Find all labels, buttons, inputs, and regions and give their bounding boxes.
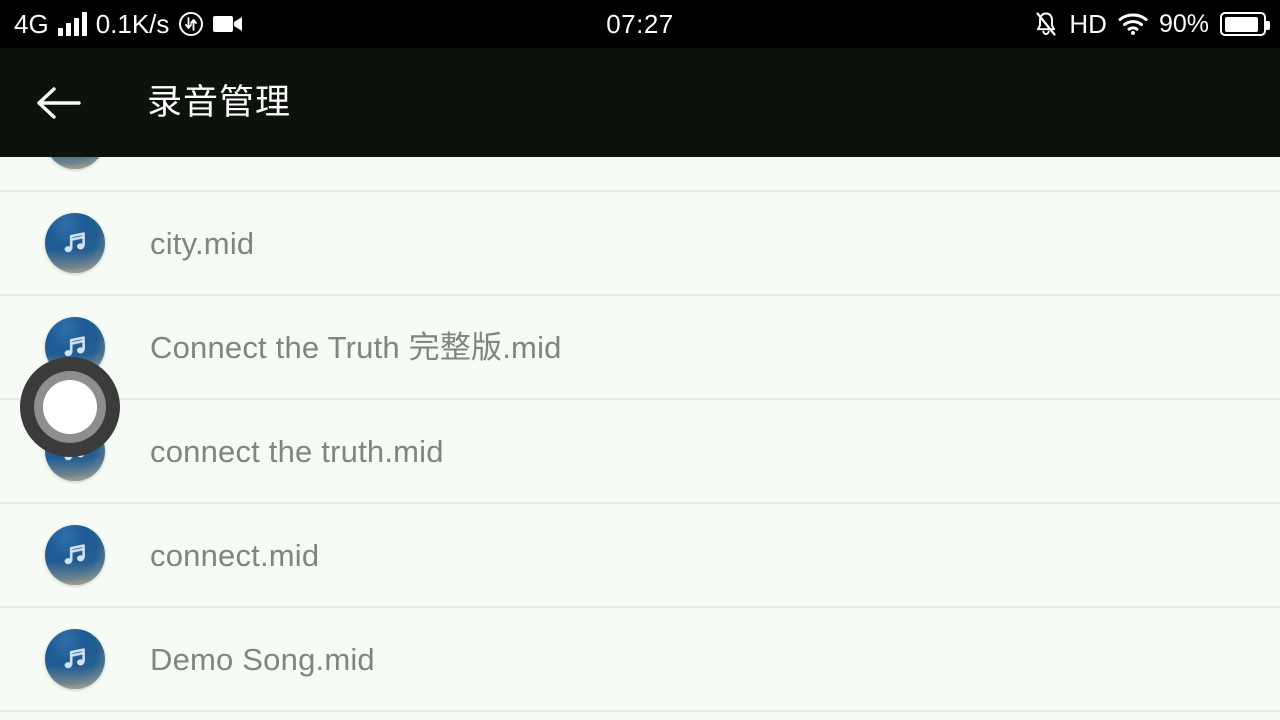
battery-percent-label: 90% bbox=[1158, 9, 1209, 38]
app-bar: 录音管理 bbox=[0, 48, 1280, 157]
list-item-label: city.mid bbox=[150, 225, 255, 261]
music-note-icon bbox=[45, 157, 105, 169]
wifi-icon bbox=[1118, 12, 1148, 36]
status-bar-left: 4G 0.1K/s bbox=[14, 11, 243, 37]
data-transfer-icon bbox=[178, 11, 204, 37]
music-note-icon bbox=[45, 317, 105, 377]
list-item-label: connect.mid bbox=[150, 537, 320, 573]
list-item-label: connect the truth.mid bbox=[150, 433, 444, 469]
signal-bars-icon bbox=[57, 12, 87, 36]
status-bar: 4G 0.1K/s 07:27 HD 90% bbox=[0, 0, 1280, 48]
data-rate-label: 0.1K/s bbox=[95, 9, 170, 39]
list-item-label: Demo Song.mid bbox=[150, 641, 375, 677]
video-recorder-icon bbox=[213, 14, 243, 34]
list-item[interactable]: Connect the Truth 完整版.mid bbox=[0, 296, 1280, 400]
page-title: 录音管理 bbox=[147, 83, 292, 122]
recording-file-list[interactable]: city.mid Connect the Truth 完整版.mid connect… bbox=[0, 157, 1280, 720]
status-bar-right: HD 90% bbox=[1034, 0, 1270, 48]
phone-screen: 4G 0.1K/s 07:27 HD 90% 录音管理 city.mid Con… bbox=[0, 0, 1280, 720]
list-item[interactable]: city.mid bbox=[0, 192, 1280, 296]
battery-icon bbox=[1220, 12, 1270, 36]
list-item-label: Connect the Truth 完整版.mid bbox=[150, 329, 562, 365]
music-note-icon bbox=[45, 525, 105, 585]
music-note-icon bbox=[45, 629, 105, 689]
list-item[interactable] bbox=[0, 712, 1280, 720]
network-type-label: 4G bbox=[14, 9, 49, 39]
clock-label: 07:27 bbox=[606, 9, 674, 39]
battery-fill bbox=[1224, 16, 1258, 32]
list-item[interactable]: Demo Song.mid bbox=[0, 608, 1280, 712]
bell-muted-icon bbox=[1034, 11, 1058, 37]
back-button[interactable] bbox=[30, 75, 86, 131]
list-item[interactable]: connect.mid bbox=[0, 504, 1280, 608]
list-item[interactable] bbox=[0, 157, 1280, 192]
hd-label: HD bbox=[1069, 9, 1107, 39]
music-note-icon bbox=[45, 213, 105, 273]
list-item[interactable]: connect the truth.mid bbox=[0, 400, 1280, 504]
list-inner: city.mid Connect the Truth 完整版.mid connect… bbox=[0, 157, 1280, 720]
arrow-left-icon bbox=[35, 85, 81, 121]
music-note-icon bbox=[45, 421, 105, 481]
